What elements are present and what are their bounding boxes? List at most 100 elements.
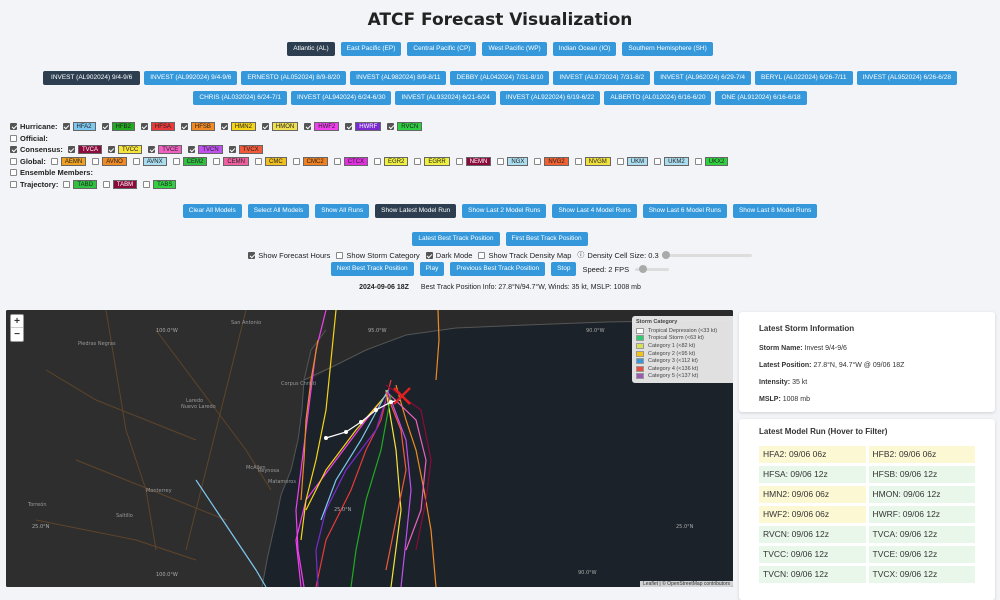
model-run-cell[interactable]: HFSA: 09/06 12z: [759, 466, 866, 483]
model-tag[interactable]: CMC: [265, 156, 287, 166]
model-checkbox[interactable]: [574, 157, 582, 165]
previous-best-track-button[interactable]: Previous Best Track Position: [450, 262, 546, 276]
model-tag[interactable]: HMON: [271, 122, 299, 132]
model-checkbox[interactable]: [172, 157, 180, 165]
model-checkbox[interactable]: [132, 157, 140, 165]
model-checkbox[interactable]: [616, 157, 624, 165]
storm-button[interactable]: INVEST (AL952024) 6/26-6/28: [856, 71, 957, 85]
model-checkbox[interactable]: [67, 146, 75, 154]
model-checkbox[interactable]: [455, 157, 463, 165]
model-tag[interactable]: TVCN: [198, 145, 223, 155]
next-best-track-button[interactable]: Next Best Track Position: [330, 262, 414, 276]
model-checkbox[interactable]: [387, 123, 395, 131]
model-tag[interactable]: NVG2: [544, 156, 569, 166]
model-checkbox[interactable]: [188, 146, 196, 154]
model-checkbox[interactable]: [102, 180, 110, 188]
map-canvas[interactable]: 100.0°W 95.0°W 90.0°W 25.0°N 25.0°N 100.0°W…: [6, 310, 733, 587]
density-map-checkbox[interactable]: [478, 251, 486, 259]
model-checkbox[interactable]: [143, 180, 151, 188]
model-checkbox[interactable]: [304, 123, 312, 131]
storm-button[interactable]: INVEST (AL942024) 6/24-6/30: [291, 91, 392, 105]
model-tag[interactable]: AVNX: [142, 156, 167, 166]
model-tag[interactable]: TVCX: [238, 145, 263, 155]
model-checkbox[interactable]: [107, 146, 115, 154]
clear-all-models-button[interactable]: Clear All Models: [182, 204, 242, 218]
basin-tab[interactable]: Indian Ocean (IO): [552, 42, 617, 56]
model-run-cell[interactable]: RVCN: 09/06 12z: [759, 526, 866, 543]
storm-button[interactable]: INVEST (AL902024) 9/4-9/6: [43, 71, 141, 85]
model-checkbox[interactable]: [534, 157, 542, 165]
model-checkbox[interactable]: [654, 157, 662, 165]
model-tag[interactable]: AVNO: [102, 156, 127, 166]
density-cell-slider[interactable]: [661, 250, 752, 259]
model-tag[interactable]: CEMN: [223, 156, 249, 166]
model-run-cell[interactable]: TVCX: 09/06 12z: [868, 566, 975, 583]
storm-button[interactable]: INVEST (AL962024) 6/29-7/4: [654, 71, 752, 85]
model-tag[interactable]: HWF2: [314, 122, 340, 132]
model-checkbox[interactable]: [292, 157, 300, 165]
model-run-cell[interactable]: TVCC: 09/06 12z: [759, 546, 866, 563]
model-tag[interactable]: CMC2: [302, 156, 328, 166]
show-all-runs-button[interactable]: Show All Runs: [315, 204, 370, 218]
model-checkbox[interactable]: [213, 157, 221, 165]
show-latest-run-button[interactable]: Show Latest Model Run: [375, 204, 457, 218]
show-last-2-runs-button[interactable]: Show Last 2 Model Runs: [462, 204, 547, 218]
model-tag[interactable]: TVCE: [158, 145, 183, 155]
model-run-cell[interactable]: TVCA: 09/06 12z: [868, 526, 975, 543]
basin-tab[interactable]: Southern Hemisphere (SH): [622, 42, 713, 56]
select-all-models-button[interactable]: Select All Models: [247, 204, 310, 218]
map-attribution[interactable]: Leaflet | © OpenStreetMap contributors: [640, 581, 733, 587]
model-tag[interactable]: NGX: [507, 156, 529, 166]
model-group-checkbox[interactable]: [10, 146, 17, 154]
model-group-checkbox[interactable]: [10, 180, 17, 188]
model-checkbox[interactable]: [261, 123, 269, 131]
model-tag[interactable]: UKX2: [704, 156, 729, 166]
model-checkbox[interactable]: [101, 123, 109, 131]
model-group-checkbox[interactable]: [10, 157, 17, 165]
storm-button[interactable]: INVEST (AL932024) 6/21-6/24: [395, 91, 496, 105]
model-tag[interactable]: HFSB: [190, 122, 215, 132]
model-group-checkbox[interactable]: [10, 123, 17, 131]
model-checkbox[interactable]: [228, 146, 236, 154]
model-checkbox[interactable]: [694, 157, 702, 165]
storm-button[interactable]: CHRIS (AL032024) 6/24-7/1: [193, 91, 288, 105]
model-tag[interactable]: EGR2: [384, 156, 409, 166]
zoom-in-button[interactable]: +: [11, 315, 23, 328]
model-tag[interactable]: HFA2: [72, 122, 96, 132]
model-tag[interactable]: HFB2: [111, 122, 135, 132]
model-group-checkbox[interactable]: [10, 134, 17, 142]
model-run-cell[interactable]: TVCN: 09/06 12z: [759, 566, 866, 583]
model-checkbox[interactable]: [50, 157, 58, 165]
speed-slider[interactable]: [635, 264, 670, 273]
model-run-cell[interactable]: HWRF: 09/06 12z: [868, 506, 975, 523]
model-tag[interactable]: NEMN: [465, 156, 492, 166]
model-run-cell[interactable]: HFSB: 09/06 12z: [868, 466, 975, 483]
model-run-cell[interactable]: HFA2: 09/06 06z: [759, 446, 866, 463]
storm-category-checkbox[interactable]: [336, 251, 344, 259]
storm-button[interactable]: INVEST (AL922024) 6/19-6/22: [499, 91, 601, 105]
storm-button[interactable]: BERYL (AL022024) 6/26-7/11: [755, 71, 853, 85]
model-tag[interactable]: TVCA: [77, 145, 102, 155]
model-checkbox[interactable]: [92, 157, 100, 165]
model-checkbox[interactable]: [180, 123, 188, 131]
model-run-cell[interactable]: HMN2: 09/06 06z: [759, 486, 866, 503]
model-tag[interactable]: UKM2: [664, 156, 689, 166]
basin-tab[interactable]: Central Pacific (CP): [407, 42, 477, 56]
basin-tab[interactable]: Atlantic (AL): [287, 42, 335, 56]
model-run-cell[interactable]: HMON: 09/06 12z: [868, 486, 975, 503]
model-checkbox[interactable]: [345, 123, 353, 131]
play-button[interactable]: Play: [419, 262, 445, 276]
latest-best-track-button[interactable]: Latest Best Track Position: [412, 232, 500, 246]
dark-mode-checkbox[interactable]: [425, 251, 433, 259]
model-run-cell[interactable]: HWF2: 09/06 06z: [759, 506, 866, 523]
model-tag[interactable]: HMN2: [230, 122, 256, 132]
first-best-track-button[interactable]: First Best Track Position: [505, 232, 588, 246]
storm-button[interactable]: ALBERTO (AL012024) 6/16-6/20: [604, 91, 712, 105]
storm-button[interactable]: INVEST (AL982024) 8/9-8/11: [350, 71, 447, 85]
model-checkbox[interactable]: [333, 157, 341, 165]
storm-button[interactable]: ERNESTO (AL052024) 8/9-8/20: [241, 71, 347, 85]
model-tag[interactable]: TVCC: [117, 145, 143, 155]
storm-button[interactable]: INVEST (AL992024) 9/4-9/6: [144, 71, 238, 85]
model-run-cell[interactable]: TVCE: 09/06 12z: [868, 546, 975, 563]
model-checkbox[interactable]: [140, 123, 148, 131]
